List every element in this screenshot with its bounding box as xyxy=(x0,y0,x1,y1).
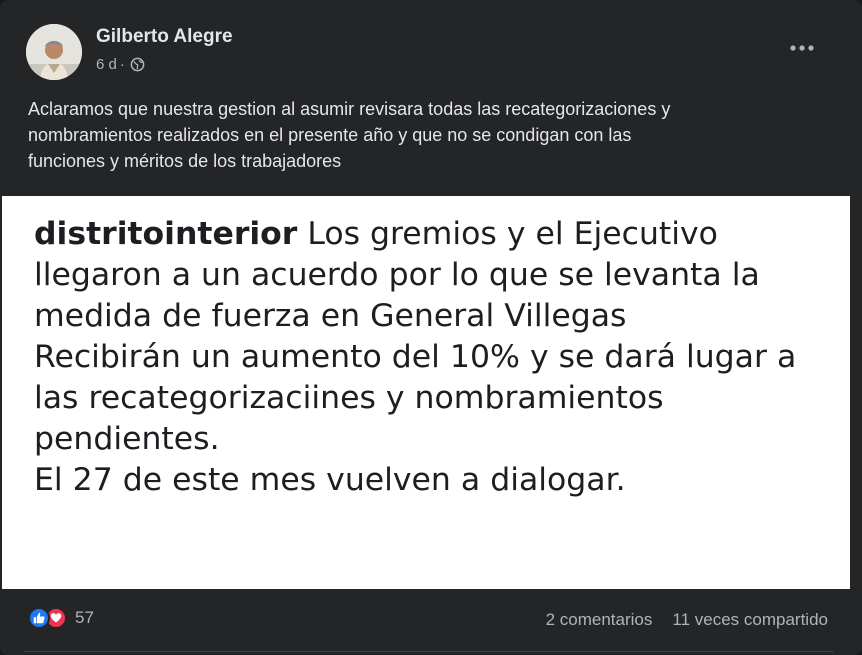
image-text-line: distritointerior Los gremios y el Ejecut… xyxy=(34,214,844,255)
image-text-line: las recategorizaciines y nombramientos xyxy=(34,380,664,416)
image-text-line: pendientes. xyxy=(34,421,220,457)
caption-line: nombramientos realizados en el presente … xyxy=(28,125,632,145)
more-options-icon[interactable] xyxy=(780,30,824,66)
image-username: distritointerior xyxy=(34,216,298,252)
shares-count-link[interactable]: 11 veces compartido xyxy=(672,610,828,630)
meta-separator: · xyxy=(119,56,125,73)
reaction-count: 57 xyxy=(75,608,94,627)
comments-count-link[interactable]: 2 comentarios xyxy=(546,610,653,630)
post-timestamp[interactable]: 6 d xyxy=(96,56,117,73)
post-image[interactable]: distritointerior Los gremios y el Ejecut… xyxy=(2,196,850,589)
like-icon xyxy=(28,607,50,629)
reactions-summary[interactable]: 57 xyxy=(28,607,94,629)
post-card: Gilberto Alegre 6 d · Aclaramos que nues… xyxy=(0,0,862,655)
globe-icon[interactable] xyxy=(130,57,145,72)
caption-line: Aclaramos que nuestra gestion al asumir … xyxy=(28,99,671,119)
post-caption: Aclaramos que nuestra gestion al asumir … xyxy=(28,96,838,174)
image-text-line: llegaron a un acuerdo por lo que se leva… xyxy=(34,257,760,293)
caption-line: funciones y méritos de los trabajadores xyxy=(28,151,342,171)
post-meta: 6 d · xyxy=(96,56,145,73)
engagement-stats: 2 comentarios 11 veces compartido xyxy=(546,610,828,630)
image-text: distritointerior Los gremios y el Ejecut… xyxy=(34,214,844,501)
avatar[interactable] xyxy=(26,24,82,80)
footer-divider xyxy=(24,651,834,652)
image-text-first-line: Los gremios y el Ejecutivo xyxy=(297,216,718,252)
image-text-line: El 27 de este mes vuelven a dialogar. xyxy=(34,462,626,498)
post-footer: 57 2 comentarios 11 veces compartido xyxy=(0,598,862,642)
image-text-line: Recibirán un aumento del 10% y se dará l… xyxy=(34,339,797,375)
author-name[interactable]: Gilberto Alegre xyxy=(96,26,233,48)
image-text-line: medida de fuerza en General Villegas xyxy=(34,298,627,334)
